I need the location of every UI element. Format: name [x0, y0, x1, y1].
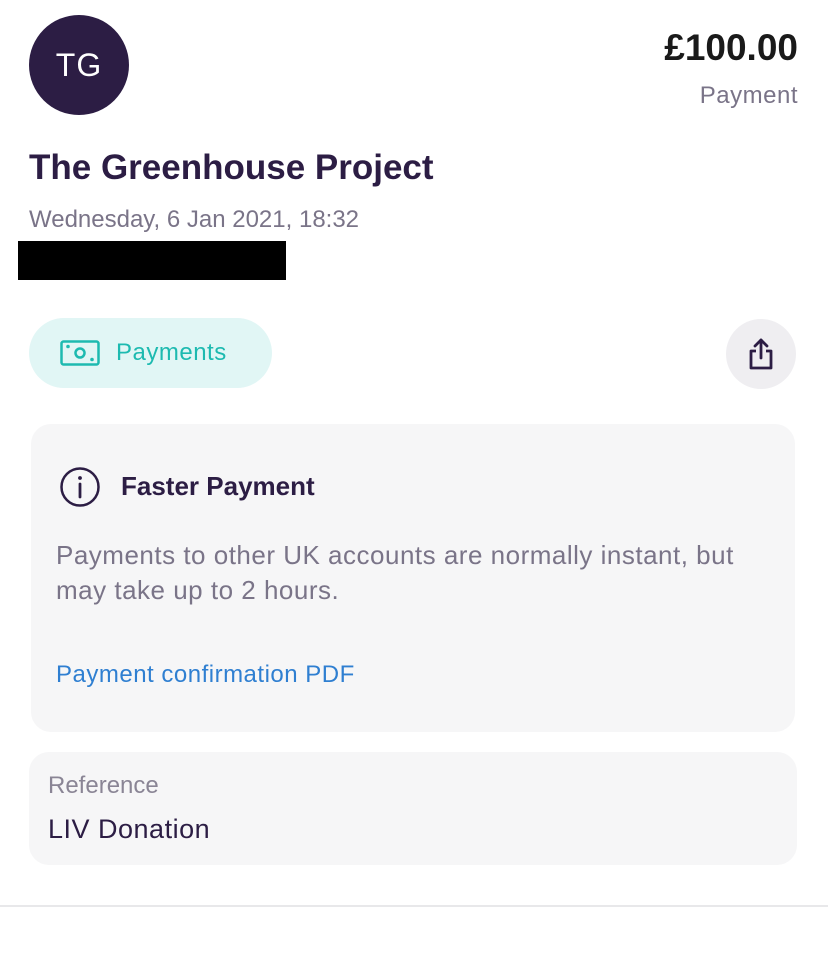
transaction-type: Payment — [699, 82, 798, 109]
reference-value: LIV Donation — [48, 814, 211, 844]
reference-card: Reference LIV Donation — [29, 752, 797, 865]
divider — [0, 905, 828, 907]
faster-payment-info-card: Faster Payment Payments to other UK acco… — [31, 424, 795, 732]
info-icon — [60, 467, 100, 507]
info-card-body: Payments to other UK accounts are normal… — [56, 540, 734, 605]
share-icon — [749, 338, 773, 370]
merchant-name: The Greenhouse Project — [29, 148, 434, 187]
category-pill-payments[interactable]: Payments — [29, 318, 272, 388]
redacted-block — [18, 241, 286, 280]
banknote-icon — [60, 340, 100, 366]
transaction-detail-page: TG £100.00 Payment The Greenhouse Projec… — [0, 0, 828, 954]
transaction-amount: £100.00 — [664, 27, 798, 68]
transaction-datetime: Wednesday, 6 Jan 2021, 18:32 — [29, 206, 360, 233]
share-button[interactable] — [726, 319, 796, 389]
payment-confirmation-pdf-link[interactable]: Payment confirmation PDF — [56, 661, 355, 689]
avatar-initials: TG — [55, 46, 103, 83]
category-label: Payments — [116, 339, 227, 366]
reference-label: Reference — [48, 772, 159, 799]
avatar: TG — [29, 15, 129, 115]
info-card-title: Faster Payment — [121, 471, 315, 501]
